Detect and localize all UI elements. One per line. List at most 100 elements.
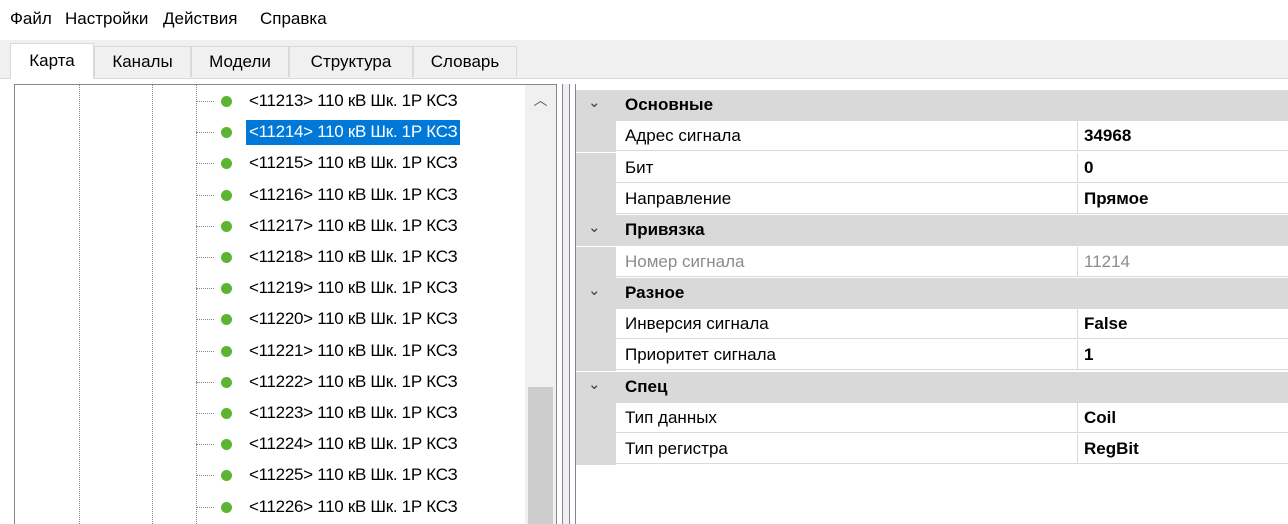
tree-connector	[196, 101, 214, 102]
property-name: Направление	[616, 183, 1078, 214]
tree-item-label: <11222> 110 кВ Шк. 1Р КСЗ	[249, 371, 458, 391]
property-grid: ⌄ Основные Адрес сигнала 34968 Бит 0 Направлен…	[575, 84, 1288, 524]
tree-item[interactable]: <11221> 110 кВ Шк. 1Р КСЗ	[15, 336, 535, 367]
status-dot-icon	[221, 252, 232, 263]
tree-connector	[196, 225, 214, 227]
menu-settings[interactable]: Настройки	[65, 9, 148, 29]
tree-connector	[196, 444, 214, 446]
tree-connector	[196, 506, 214, 508]
property-value[interactable]: RegBit	[1078, 434, 1288, 465]
tree-item[interactable]: <11217> 110 кВ Шк. 1Р КСЗ	[15, 211, 535, 242]
property-row[interactable]: Приоритет сигнала 1	[576, 340, 1288, 372]
property-value[interactable]: Coil	[1078, 403, 1288, 433]
property-gutter	[576, 434, 616, 466]
tab-structure[interactable]: Структура	[289, 46, 413, 77]
chevron-down-icon[interactable]: ⌄	[588, 93, 601, 111]
property-row[interactable]: Инверсия сигнала False	[576, 309, 1288, 341]
chevron-down-icon[interactable]: ⌄	[588, 281, 601, 299]
tree-scrollbar[interactable]: ︿	[525, 85, 556, 524]
property-row[interactable]: Номер сигнала 11214	[576, 246, 1288, 278]
status-dot-icon	[221, 283, 232, 295]
property-value[interactable]: 34968	[1078, 121, 1288, 152]
status-dot-icon	[221, 127, 232, 139]
scroll-thumb[interactable]	[528, 387, 553, 524]
tree-connector	[196, 194, 214, 196]
property-value[interactable]: Прямое	[1078, 184, 1288, 214]
tree-item[interactable]: <11216> 110 кВ Шк. 1Р КСЗ	[15, 180, 535, 211]
status-dot-icon	[221, 501, 232, 513]
property-value[interactable]: False	[1078, 309, 1288, 340]
tab-dictionary[interactable]: Словарь	[413, 46, 517, 77]
tree-item[interactable]: <11213> 110 кВ Шк. 1Р КСЗ	[15, 86, 535, 117]
tree-connector	[196, 288, 214, 290]
menu-help[interactable]: Справка	[260, 9, 327, 29]
menu-file[interactable]: Файл	[10, 9, 52, 29]
tree-item[interactable]: <11225> 110 кВ Шк. 1Р КСЗ	[15, 460, 535, 491]
property-name: Адрес сигнала	[616, 121, 1078, 152]
tree-item-label: <11216> 110 кВ Шк. 1Р КСЗ	[249, 184, 458, 204]
status-dot-icon	[221, 345, 232, 357]
tree-connector	[196, 319, 214, 321]
property-row[interactable]: Направление Прямое	[576, 183, 1288, 215]
tree-connector	[196, 350, 214, 352]
tree-item-label: <11215> 110 кВ Шк. 1Р КСЗ	[249, 153, 458, 173]
chevron-down-icon[interactable]: ⌄	[588, 375, 601, 393]
category-name: Привязка	[625, 220, 705, 240]
tree-item[interactable]: <11214> 110 кВ Шк. 1Р КСЗ	[15, 117, 535, 148]
tree-item[interactable]: <11215> 110 кВ Шк. 1Р КСЗ	[15, 148, 535, 179]
chevron-up-icon: ︿	[533, 92, 548, 108]
tab-strip: Карта Каналы Модели Структура Словарь	[0, 40, 1288, 79]
menu-actions[interactable]: Действия	[163, 9, 237, 29]
category-header[interactable]: ⌄ Спец	[576, 371, 1288, 403]
tree-connector	[196, 132, 214, 134]
tab-models[interactable]: Модели	[191, 46, 289, 77]
property-row[interactable]: Тип данных Coil	[576, 403, 1288, 434]
tree-item-label: <11218> 110 кВ Шк. 1Р КСЗ	[249, 247, 458, 266]
status-dot-icon	[221, 96, 232, 107]
signal-tree[interactable]: <11213> 110 кВ Шк. 1Р КСЗ <11214> 110 кВ …	[14, 84, 557, 524]
panel-splitter[interactable]	[562, 84, 570, 524]
scroll-up-button[interactable]: ︿	[525, 85, 556, 116]
tree-item-label: <11214> 110 кВ Шк. 1Р КСЗ	[246, 120, 461, 146]
property-row[interactable]: Бит 0	[576, 152, 1288, 184]
category-name: Спец	[625, 376, 668, 396]
tree-item[interactable]: <11222> 110 кВ Шк. 1Р КСЗ	[15, 367, 535, 398]
property-row[interactable]: Адрес сигнала 34968	[576, 121, 1288, 153]
tree-item[interactable]: <11219> 110 кВ Шк. 1Р КСЗ	[15, 273, 535, 304]
tree-item[interactable]: <11226> 110 кВ Шк. 1Р КСЗ	[15, 492, 535, 523]
category-name: Основные	[625, 95, 714, 114]
status-dot-icon	[221, 314, 232, 326]
tree-connector	[196, 475, 214, 477]
tree-item-label: <11213> 110 кВ Шк. 1Р КСЗ	[249, 91, 458, 110]
property-name: Приоритет сигнала	[616, 340, 1078, 371]
chevron-down-icon[interactable]: ⌄	[588, 218, 601, 236]
tab-channels[interactable]: Каналы	[94, 46, 191, 77]
tree-item-label: <11217> 110 кВ Шк. 1Р КСЗ	[249, 215, 458, 235]
tree-connector	[196, 381, 214, 383]
property-gutter	[576, 340, 616, 372]
property-gutter	[576, 309, 616, 341]
property-gutter	[576, 403, 616, 434]
category-name: Разное	[625, 282, 685, 302]
tree-item[interactable]: <11223> 110 кВ Шк. 1Р КСЗ	[15, 398, 535, 429]
property-row[interactable]: Тип регистра RegBit	[576, 434, 1288, 466]
tree-item[interactable]: <11224> 110 кВ Шк. 1Р КСЗ	[15, 429, 535, 460]
status-dot-icon	[221, 376, 232, 388]
property-gutter	[576, 246, 616, 278]
status-dot-icon	[221, 220, 232, 232]
property-name: Инверсия сигнала	[616, 309, 1078, 340]
tab-map[interactable]: Карта	[10, 43, 94, 79]
property-value[interactable]: 1	[1078, 340, 1288, 371]
tree-item[interactable]: <11220> 110 кВ Шк. 1Р КСЗ	[15, 304, 535, 335]
property-value: 11214	[1078, 247, 1288, 277]
category-header[interactable]: ⌄ Основные	[576, 90, 1288, 121]
property-value[interactable]: 0	[1078, 153, 1288, 183]
status-dot-icon	[221, 158, 232, 170]
status-dot-icon	[221, 439, 232, 451]
tree-connector	[196, 163, 214, 165]
property-gutter	[576, 152, 616, 184]
category-header[interactable]: ⌄ Разное	[576, 277, 1288, 309]
category-header[interactable]: ⌄ Привязка	[576, 215, 1288, 247]
tree-item[interactable]: <11218> 110 кВ Шк. 1Р КСЗ	[15, 242, 535, 273]
property-name: Номер сигнала	[616, 246, 1078, 277]
